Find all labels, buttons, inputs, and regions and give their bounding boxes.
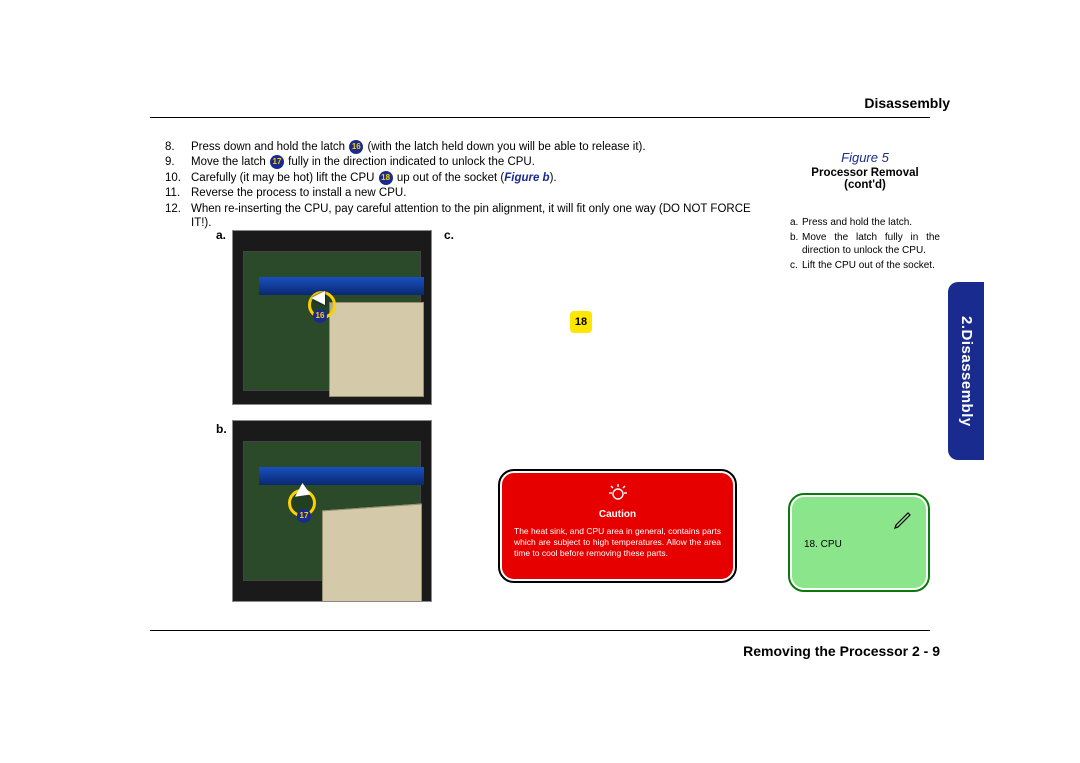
header-title: Disassembly — [864, 95, 950, 111]
rule-top — [150, 117, 930, 118]
badge-17-photo-icon: 17 — [297, 509, 311, 523]
step-number: 10. — [165, 171, 191, 185]
badge-16-photo-icon: 16 — [313, 309, 327, 323]
cpu-chip-icon — [322, 504, 422, 602]
instruction-list: 8. Press down and hold the latch 16 (wit… — [165, 140, 770, 231]
badge-17-icon: 17 — [270, 155, 284, 169]
photo-area: a. b. c. 16 17 — [220, 230, 455, 602]
step-number: 12. — [165, 202, 191, 231]
caution-callout: Caution The heat sink, and CPU area in g… — [500, 471, 735, 581]
rule-bottom — [150, 630, 930, 631]
step-11: 11. Reverse the process to install a new… — [165, 186, 770, 200]
step-12: 12. When re-inserting the CPU, pay caref… — [165, 202, 770, 231]
motherboard-icon — [243, 251, 421, 391]
ribbon-cable-icon — [259, 467, 424, 485]
step-number: 9. — [165, 155, 191, 169]
photo-b: 17 — [232, 420, 432, 602]
badge-18-icon: 18 — [379, 171, 393, 185]
figure-title-line2: (cont'd) — [790, 179, 940, 191]
substep-c: c.Lift the CPU out of the socket. — [790, 259, 940, 272]
step-9: 9. Move the latch 17 fully in the direct… — [165, 155, 770, 169]
step-number: 8. — [165, 140, 191, 154]
motherboard-icon — [243, 441, 421, 581]
chapter-tab: 2.Disassembly — [948, 282, 984, 460]
caution-title: Caution — [514, 509, 721, 520]
ribbon-cable-icon — [259, 277, 424, 295]
cpu-note-callout: 18. CPU — [790, 495, 928, 590]
step-text: Carefully (it may be hot) lift the CPU 1… — [191, 171, 557, 185]
step-text: Press down and hold the latch 16 (with t… — [191, 140, 646, 154]
photo-label-b: b. — [216, 422, 227, 436]
step-number: 11. — [165, 186, 191, 200]
alert-icon — [514, 481, 721, 505]
figure-sidebar: Figure 5 Processor Removal (cont'd) a.Pr… — [790, 150, 940, 274]
step-text: When re-inserting the CPU, pay careful a… — [191, 202, 770, 231]
pencil-icon — [804, 507, 914, 533]
substep-a: a.Press and hold the latch. — [790, 216, 940, 229]
caution-body: The heat sink, and CPU area in general, … — [514, 526, 721, 559]
step-text: Move the latch 17 fully in the direction… — [191, 155, 535, 169]
cpu-chip-icon — [329, 302, 424, 397]
step-text: Reverse the process to install a new CPU… — [191, 186, 406, 200]
badge-18-yellow: 18 — [570, 311, 592, 333]
photo-a: 16 — [232, 230, 432, 405]
figure-title-line1: Processor Removal — [790, 167, 940, 179]
badge-16-icon: 16 — [349, 140, 363, 154]
photo-label-c: c. — [444, 228, 454, 242]
photo-label-a: a. — [216, 228, 226, 242]
step-8: 8. Press down and hold the latch 16 (wit… — [165, 140, 770, 154]
figure-number: Figure 5 — [790, 150, 940, 165]
step-10: 10. Carefully (it may be hot) lift the C… — [165, 171, 770, 185]
substep-b: b.Move the latch fully in the direction … — [790, 231, 940, 257]
figure-ref: Figure b — [504, 172, 549, 184]
figure-substeps: a.Press and hold the latch. b.Move the l… — [790, 216, 940, 272]
footer-title: Removing the Processor 2 - 9 — [743, 643, 940, 659]
arrow-left-icon — [311, 291, 325, 305]
cpu-note-text: 18. CPU — [804, 539, 914, 550]
